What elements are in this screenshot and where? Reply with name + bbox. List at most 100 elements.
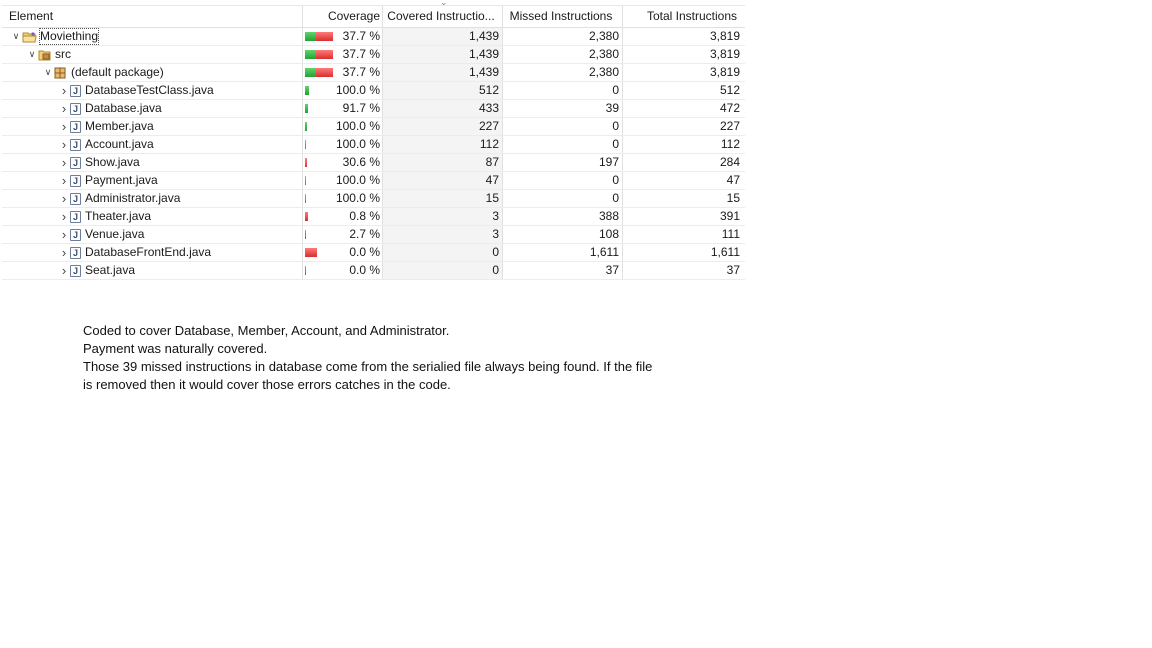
table-header: Element Coverage Covered Instructio... M… bbox=[2, 6, 745, 28]
chevron-right-icon[interactable]: › bbox=[58, 154, 70, 171]
coverage-percent: 100.0 % bbox=[335, 119, 380, 133]
table-row[interactable]: › J Account.java 100.0 % 112 0 112 bbox=[2, 136, 745, 154]
total-instructions-cell: 227 bbox=[719, 119, 740, 133]
chevron-down-icon[interactable]: ∨ bbox=[42, 64, 54, 81]
element-name[interactable]: DatabaseFrontEnd.java bbox=[85, 244, 211, 261]
total-instructions-cell: 3,819 bbox=[709, 47, 740, 61]
table-row[interactable]: ∨ (default package) 37.7 % 1,439 2,380 3,819 bbox=[2, 64, 745, 82]
column-header-missed-instructions[interactable]: Missed Instructions bbox=[503, 6, 623, 27]
table-row[interactable]: › J Administrator.java 100.0 % 15 0 15 bbox=[2, 190, 745, 208]
element-name[interactable]: Payment.java bbox=[85, 172, 158, 189]
chevron-right-icon[interactable]: › bbox=[58, 244, 70, 261]
java-file-icon: J bbox=[70, 174, 81, 187]
element-cell: › J Theater.java bbox=[2, 208, 303, 225]
coverage-cell: 2.7 % bbox=[303, 226, 383, 243]
table-row[interactable]: › J Theater.java 0.8 % 3 388 391 bbox=[2, 208, 745, 226]
element-name[interactable]: DatabaseTestClass.java bbox=[85, 82, 214, 99]
element-name[interactable]: Member.java bbox=[85, 118, 154, 135]
table-row[interactable]: › J DatabaseFrontEnd.java 0.0 % 0 1,611 1,611 bbox=[2, 244, 745, 262]
covered-instructions-cell: 87 bbox=[383, 154, 503, 171]
coverage-percent: 100.0 % bbox=[335, 173, 380, 187]
total-instructions-cell: 3,819 bbox=[709, 65, 740, 79]
coverage-bar bbox=[305, 50, 333, 59]
chevron-right-icon[interactable]: › bbox=[58, 100, 70, 117]
coverage-bar bbox=[305, 176, 333, 185]
covered-segment bbox=[305, 140, 306, 149]
coverage-cell: 100.0 % bbox=[303, 136, 383, 153]
coverage-cell: 100.0 % bbox=[303, 82, 383, 99]
chevron-right-icon[interactable]: › bbox=[58, 172, 70, 189]
coverage-bar bbox=[305, 32, 333, 41]
table-row[interactable]: ∨ src 37.7 % 1,439 2,380 3,819 bbox=[2, 46, 745, 64]
coverage-bar bbox=[305, 68, 333, 77]
covered-instructions-cell: 227 bbox=[383, 118, 503, 135]
missed-segment bbox=[305, 266, 306, 275]
element-cell: ∨ Moviething bbox=[2, 28, 303, 45]
covered-instructions-cell: 433 bbox=[383, 100, 503, 117]
covered-instructions-cell: 112 bbox=[383, 136, 503, 153]
element-name[interactable]: src bbox=[55, 46, 71, 63]
coverage-cell: 37.7 % bbox=[303, 46, 383, 63]
covered-segment bbox=[305, 176, 306, 185]
coverage-percent: 0.0 % bbox=[349, 263, 380, 277]
table-row[interactable]: › J Member.java 100.0 % 227 0 227 bbox=[2, 118, 745, 136]
coverage-cell: 100.0 % bbox=[303, 172, 383, 189]
java-file-icon: J bbox=[70, 264, 81, 277]
covered-segment bbox=[305, 86, 309, 95]
missed-instructions-cell: 388 bbox=[503, 208, 623, 225]
table-row[interactable]: › J Payment.java 100.0 % 47 0 47 bbox=[2, 172, 745, 190]
chevron-down-icon[interactable]: ∨ bbox=[10, 28, 22, 45]
element-cell: › J Administrator.java bbox=[2, 190, 303, 207]
element-cell: ∨ (default package) bbox=[2, 64, 303, 81]
coverage-percent: 0.8 % bbox=[349, 209, 380, 223]
element-name[interactable]: Administrator.java bbox=[85, 190, 180, 207]
java-file-icon: J bbox=[70, 210, 81, 223]
column-header-covered-instructions[interactable]: Covered Instructio... bbox=[383, 6, 503, 27]
element-cell: › J Seat.java bbox=[2, 262, 303, 279]
table-row[interactable]: › J Show.java 30.6 % 87 197 284 bbox=[2, 154, 745, 172]
covered-segment bbox=[305, 104, 308, 113]
table-row[interactable]: ∨ Moviething 37.7 % 1,439 2,380 3,819 bbox=[2, 28, 745, 46]
coverage-bar bbox=[305, 248, 333, 257]
chevron-right-icon[interactable]: › bbox=[58, 136, 70, 153]
java-file-icon: J bbox=[70, 156, 81, 169]
chevron-right-icon[interactable]: › bbox=[58, 82, 70, 99]
chevron-right-icon[interactable]: › bbox=[58, 118, 70, 135]
chevron-down-icon[interactable]: ∨ bbox=[26, 46, 38, 63]
table-row[interactable]: › J Venue.java 2.7 % 3 108 111 bbox=[2, 226, 745, 244]
element-name[interactable]: Venue.java bbox=[85, 226, 144, 243]
total-instructions-cell: 112 bbox=[720, 137, 740, 151]
column-header-element[interactable]: Element bbox=[2, 6, 303, 27]
chevron-right-icon[interactable]: › bbox=[58, 262, 70, 279]
coverage-cell: 100.0 % bbox=[303, 190, 383, 207]
missed-instructions-cell: 0 bbox=[503, 172, 623, 189]
coverage-cell: 100.0 % bbox=[303, 118, 383, 135]
java-file-icon: J bbox=[70, 102, 81, 115]
column-header-coverage[interactable]: Coverage bbox=[303, 6, 383, 27]
note-line: Coded to cover Database, Member, Account… bbox=[83, 323, 450, 338]
coverage-percent: 37.7 % bbox=[342, 47, 380, 61]
table-row[interactable]: › J DatabaseTestClass.java 100.0 % 512 0 512 bbox=[2, 82, 745, 100]
total-instructions-cell: 3,819 bbox=[709, 29, 740, 43]
missed-instructions-cell: 197 bbox=[503, 154, 623, 171]
element-name[interactable]: Seat.java bbox=[85, 262, 135, 279]
element-name[interactable]: Account.java bbox=[85, 136, 154, 153]
column-header-total-instructions[interactable]: Total Instructions bbox=[623, 6, 743, 27]
chevron-right-icon[interactable]: › bbox=[58, 226, 70, 243]
table-row[interactable]: › J Database.java 91.7 % 433 39 472 bbox=[2, 100, 745, 118]
chevron-right-icon[interactable]: › bbox=[58, 208, 70, 225]
coverage-bar bbox=[305, 122, 333, 131]
element-name[interactable]: Theater.java bbox=[85, 208, 151, 225]
element-name[interactable]: Database.java bbox=[85, 100, 162, 117]
chevron-right-icon[interactable]: › bbox=[58, 190, 70, 207]
covered-instructions-cell: 0 bbox=[383, 244, 503, 261]
element-name[interactable]: Moviething bbox=[39, 28, 100, 45]
element-cell: › J DatabaseTestClass.java bbox=[2, 82, 303, 99]
java-file-icon: J bbox=[70, 228, 81, 241]
notes-text: Coded to cover Database, Member, Account… bbox=[83, 322, 652, 394]
table-row[interactable]: › J Seat.java 0.0 % 0 37 37 bbox=[2, 262, 745, 280]
element-name[interactable]: (default package) bbox=[71, 64, 164, 81]
covered-instructions-cell: 3 bbox=[383, 208, 503, 225]
element-name[interactable]: Show.java bbox=[85, 154, 140, 171]
coverage-cell: 0.8 % bbox=[303, 208, 383, 225]
